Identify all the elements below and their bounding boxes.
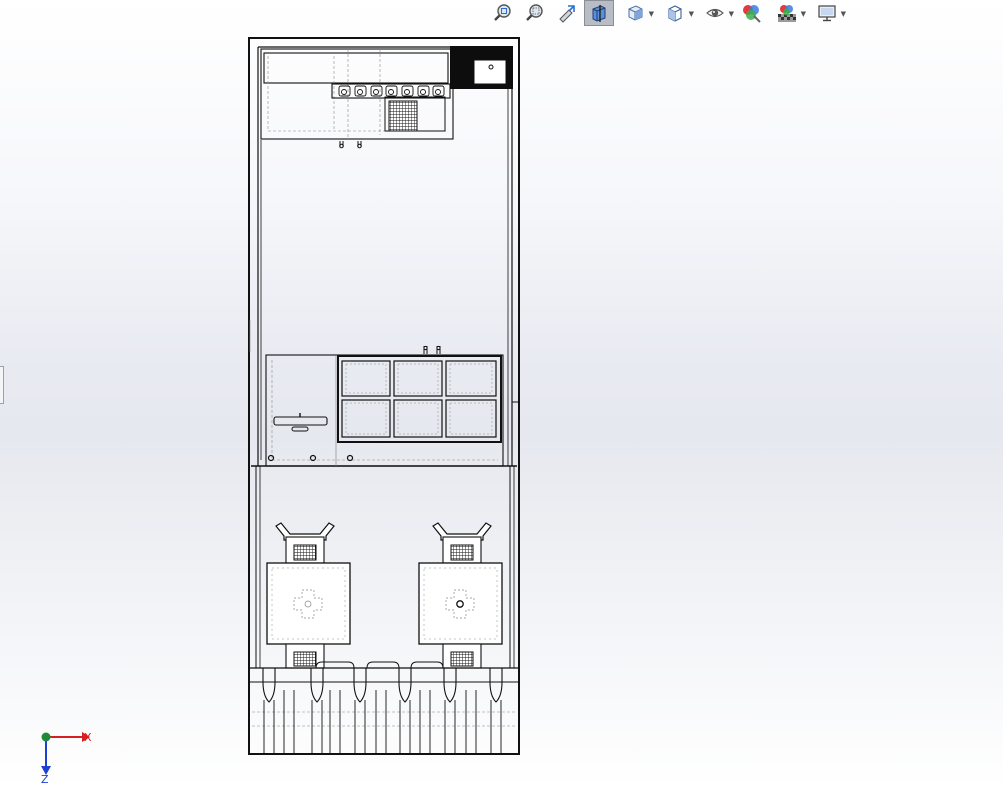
breaker-module-left[interactable]: [266, 522, 351, 669]
cad-model-view[interactable]: [0, 0, 1003, 788]
x-axis-label: X: [84, 731, 92, 744]
origin-icon: [41, 732, 51, 742]
top-right-device[interactable]: [450, 46, 513, 89]
middle-mounting-plate[interactable]: [265, 345, 504, 467]
reference-triad: X Z: [41, 731, 92, 784]
breaker-module-right[interactable]: [418, 522, 503, 669]
z-axis-label: Z: [41, 773, 49, 784]
graphics-area[interactable]: ▼ ▼ ▼ ▼ ▼ X Z: [0, 0, 1003, 788]
bottom-gland-plate[interactable]: [249, 661, 519, 754]
top-mounting-plate[interactable]: [260, 48, 454, 149]
